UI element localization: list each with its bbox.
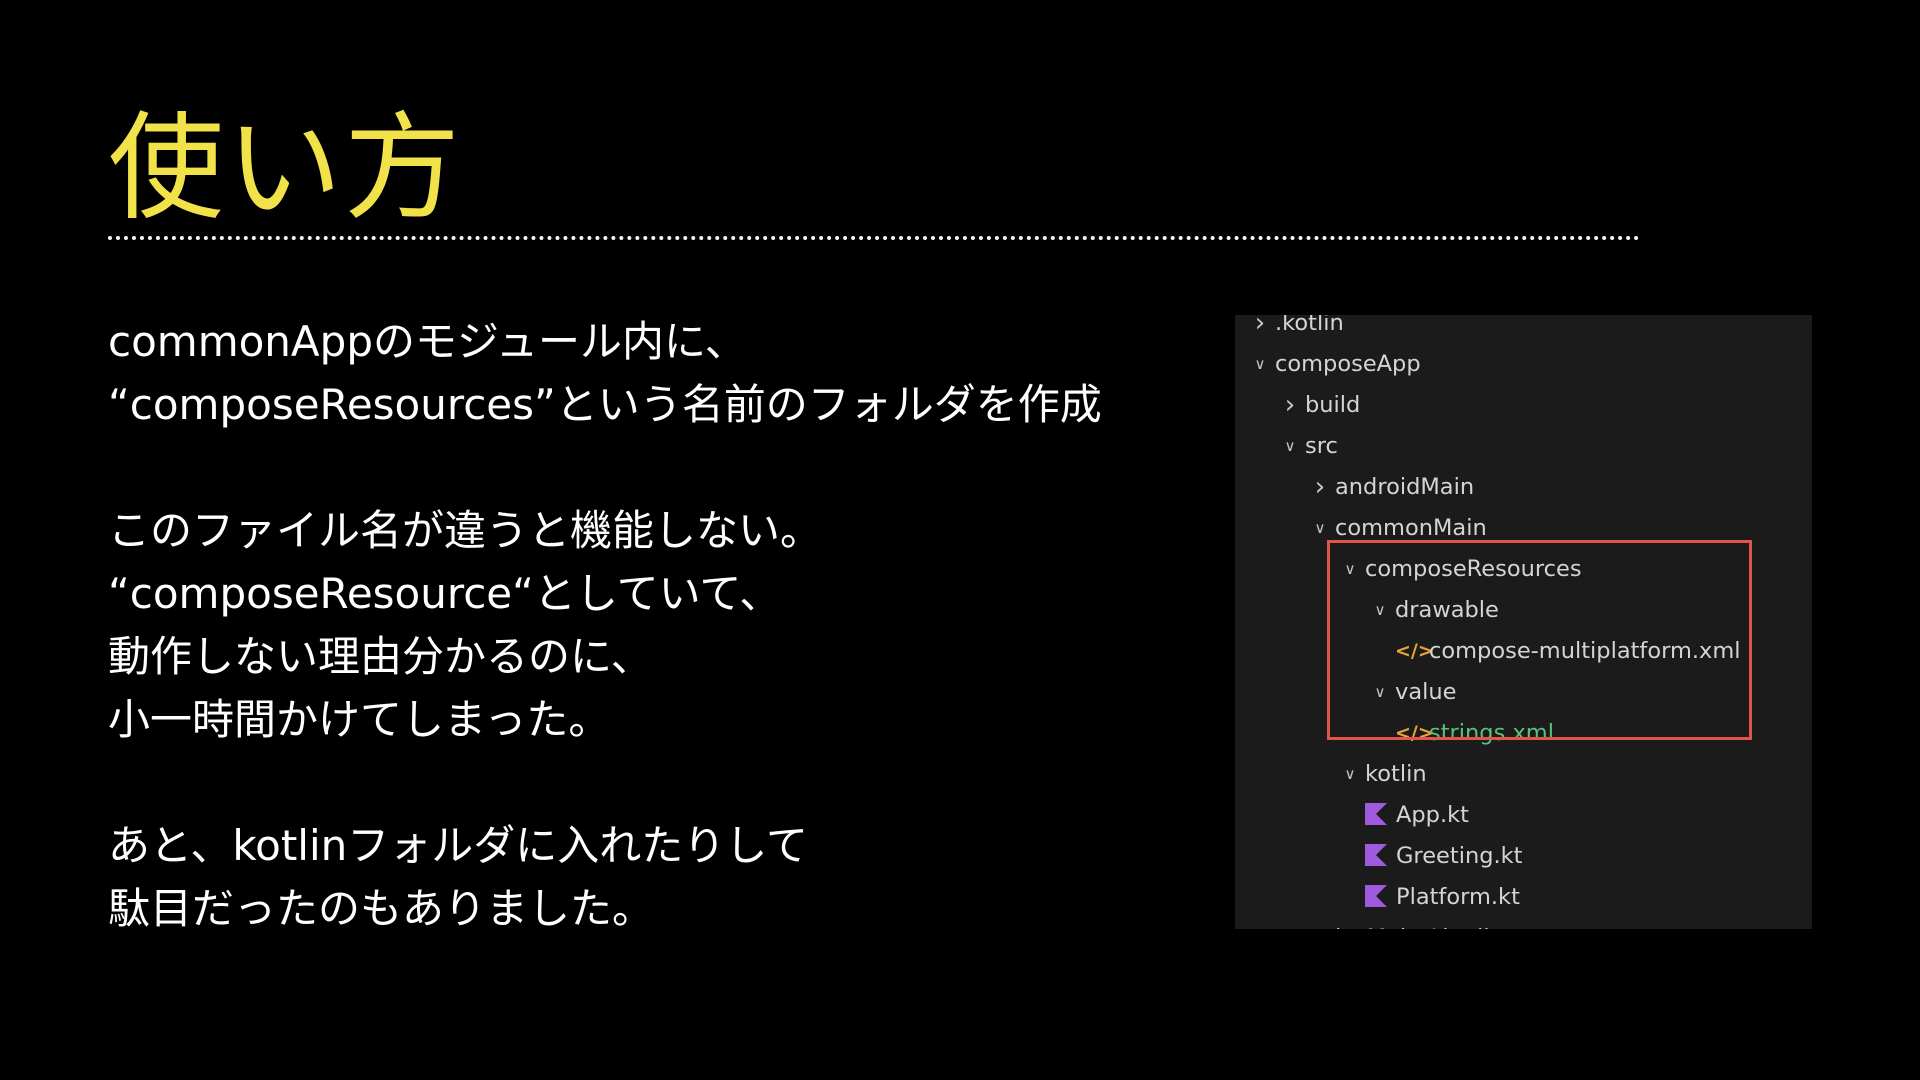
chevron-right-icon[interactable]: › [1305, 467, 1335, 508]
tree-item[interactable]: ∨ composeApp [1245, 344, 1421, 385]
file-tree-screenshot: › .kotlin ∨ composeApp › build ∨ src › androidMai… [1235, 315, 1812, 929]
kotlin-file-icon [1365, 843, 1387, 866]
tree-item-label: .kotlin [1275, 315, 1344, 336]
chevron-down-icon[interactable]: ∨ [1245, 344, 1275, 385]
body-line: 小一時間かけてしまった。 [108, 695, 611, 744]
slide-body: commonAppのモジュール内に、 “composeResources”という… [108, 310, 1188, 940]
body-line: “composeResource“としていて、 [108, 569, 782, 618]
tree-item[interactable]: App.kt [1365, 795, 1469, 836]
body-line: 動作しない理由分かるのに、 [108, 632, 653, 681]
tree-item-label: src [1305, 433, 1338, 459]
body-line: このファイル名が違うと機能しない。 [108, 506, 823, 555]
chevron-right-icon[interactable]: › [1275, 385, 1305, 426]
tree-item-label: androidMain [1335, 474, 1475, 500]
tree-item-label: composeApp [1275, 351, 1421, 377]
body-line: commonAppのモジュール内に、 [108, 317, 747, 366]
paragraph: このファイル名が違うと機能しない。 “composeResource“としていて… [108, 499, 1188, 751]
tree-item-label: Greeting.kt [1396, 843, 1523, 869]
tree-item[interactable]: ∨ src [1275, 426, 1338, 467]
tree-item-label: App.kt [1396, 802, 1469, 828]
highlight-box [1327, 540, 1752, 740]
paragraph: あと、kotlinフォルダに入れたりして 駄目だったのもありました。 [108, 814, 1188, 940]
chevron-down-icon[interactable]: ∨ [1275, 426, 1305, 467]
chevron-right-icon[interactable]: › [1305, 918, 1335, 929]
paragraph: commonAppのモジュール内に、 “composeResources”という… [108, 310, 1188, 436]
tree-item[interactable]: › androidMain [1305, 467, 1474, 508]
tree-item-label: iosMain / kotlin [1335, 925, 1504, 929]
tree-item-label: build [1305, 392, 1361, 418]
slide-title: 使い方 [108, 101, 462, 236]
tree-item-label: commonMain [1335, 515, 1487, 541]
tree-item[interactable]: Platform.kt [1365, 877, 1520, 918]
tree-item[interactable]: › .kotlin [1245, 315, 1344, 344]
kotlin-file-icon [1365, 802, 1387, 825]
tree-item-label: Platform.kt [1396, 884, 1520, 910]
tree-item[interactable]: › build [1275, 385, 1361, 426]
tree-item[interactable]: Greeting.kt [1365, 836, 1523, 877]
tree-item[interactable]: ∨ kotlin [1335, 754, 1427, 795]
tree-item-label: kotlin [1365, 761, 1427, 787]
body-line: “composeResources”という名前のフォルダを作成 [108, 380, 1102, 429]
chevron-right-icon[interactable]: › [1245, 315, 1275, 344]
kotlin-file-icon [1365, 884, 1387, 907]
title-divider [108, 236, 1640, 240]
body-line: 駄目だったのもありました。 [108, 884, 655, 933]
tree-item[interactable]: ›iosMain / kotlin [1305, 918, 1504, 929]
body-line: あと、kotlinフォルダに入れたりして [108, 821, 809, 870]
chevron-down-icon[interactable]: ∨ [1335, 754, 1365, 795]
